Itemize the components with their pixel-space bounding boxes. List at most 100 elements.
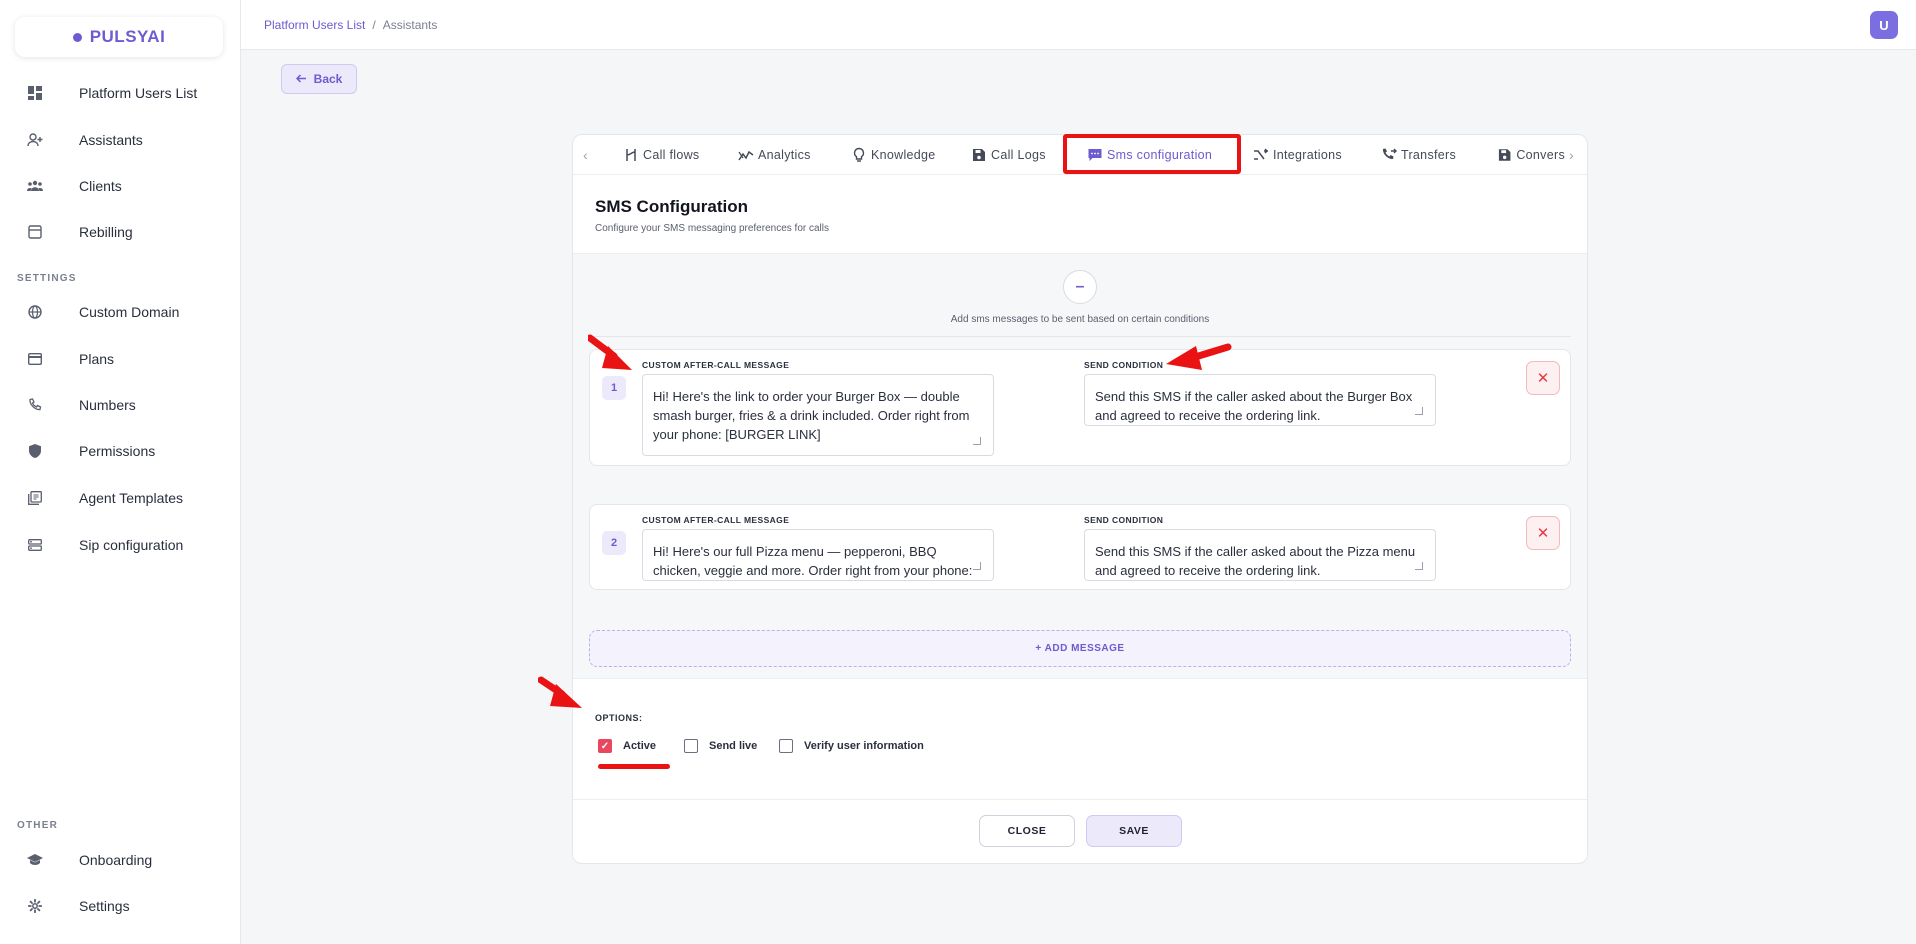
- breadcrumb-link-platform-users[interactable]: Platform Users List: [264, 18, 365, 32]
- condition-textarea[interactable]: Send this SMS if the caller asked about …: [1084, 374, 1436, 426]
- close-icon: ✕: [1536, 370, 1550, 387]
- tab-call-logs[interactable]: Call Logs: [971, 135, 1046, 175]
- tab-call-flows[interactable]: Call flows: [623, 135, 700, 175]
- option-label: Send live: [709, 740, 758, 752]
- gear-icon: [26, 897, 44, 915]
- back-button[interactable]: Back: [281, 64, 357, 94]
- resize-handle-icon[interactable]: [973, 437, 981, 445]
- sidebar-item-label: Permissions: [79, 443, 156, 459]
- options-heading: OPTIONS:: [595, 713, 643, 723]
- add-message-button[interactable]: + ADD MESSAGE: [589, 630, 1571, 667]
- credit-card-icon: [26, 350, 44, 368]
- shield-icon: [26, 442, 44, 460]
- rule-number-badge: 2: [602, 531, 626, 555]
- breadcrumb-current: Assistants: [382, 18, 438, 32]
- tab-label: Transfers: [1401, 148, 1457, 162]
- sms-hint: Add sms messages to be sent based on cer…: [950, 314, 1210, 325]
- message-field-label: CUSTOM AFTER-CALL MESSAGE: [642, 515, 790, 525]
- merge-icon: [1254, 148, 1269, 160]
- dashboard-icon: [26, 84, 44, 102]
- tab-conversations[interactable]: Convers: [1497, 135, 1565, 175]
- sidebar-item-rebilling[interactable]: Rebilling: [0, 212, 240, 252]
- tab-knowledge[interactable]: Knowledge: [851, 135, 936, 175]
- tab-label: Call Logs: [991, 148, 1046, 162]
- condition-field-label: SEND CONDITION: [1084, 360, 1164, 370]
- sidebar-item-plans[interactable]: Plans: [0, 339, 240, 379]
- option-active[interactable]: ✓ Active: [598, 739, 656, 753]
- condition-field-label: SEND CONDITION: [1084, 515, 1164, 525]
- save-icon: [973, 149, 985, 161]
- annotation-highlight-box: [1063, 134, 1241, 174]
- sidebar-item-platform-users[interactable]: Platform Users List: [0, 73, 240, 113]
- close-button[interactable]: CLOSE: [979, 815, 1075, 847]
- sidebar-item-label: Assistants: [79, 132, 143, 148]
- option-verify-user-information[interactable]: Verify user information: [779, 739, 924, 753]
- globe-icon: [26, 303, 44, 321]
- tab-label: Call flows: [643, 148, 700, 162]
- sidebar-item-sip-configuration[interactable]: Sip configuration: [0, 525, 240, 565]
- annotation-arrow-icon: [588, 334, 632, 370]
- logo-dot-icon: [72, 32, 82, 42]
- sidebar-item-permissions[interactable]: Permissions: [0, 431, 240, 471]
- message-text: Hi! Here's the link to order your Burger…: [653, 389, 970, 442]
- rule-number-badge: 1: [602, 376, 626, 400]
- annotation-underline: [598, 764, 670, 769]
- back-label: Back: [313, 72, 343, 86]
- tab-label: Analytics: [758, 148, 811, 162]
- tab-transfers[interactable]: Transfers: [1381, 135, 1456, 175]
- sidebar-item-label: Plans: [79, 351, 115, 367]
- option-label: Verify user information: [804, 740, 924, 752]
- chevron-right-icon[interactable]: ›: [1569, 147, 1574, 163]
- graduation-cap-icon: [26, 851, 44, 869]
- phone-icon: [26, 396, 44, 414]
- annotation-arrow-icon: [538, 676, 582, 708]
- sidebar-item-agent-templates[interactable]: Agent Templates: [0, 478, 240, 518]
- delete-rule-button[interactable]: ✕: [1526, 361, 1560, 395]
- checkbox-icon[interactable]: [779, 739, 793, 753]
- minus-icon: –: [1075, 278, 1085, 295]
- chevron-left-icon[interactable]: ‹: [583, 147, 588, 163]
- sidebar-item-assistants[interactable]: Assistants: [0, 120, 240, 160]
- divider: [573, 799, 1587, 800]
- sidebar-item-onboarding[interactable]: Onboarding: [0, 840, 240, 880]
- resize-handle-icon[interactable]: [1415, 562, 1423, 570]
- tab-integrations[interactable]: Integrations: [1253, 135, 1342, 175]
- phone-forward-icon: [1382, 148, 1397, 160]
- avatar[interactable]: U: [1870, 11, 1898, 39]
- delete-rule-button[interactable]: ✕: [1526, 516, 1560, 550]
- sidebar-item-clients[interactable]: Clients: [0, 166, 240, 206]
- tab-label: Integrations: [1273, 148, 1342, 162]
- brand-name: PULSYAI: [89, 27, 166, 46]
- sidebar-item-custom-domain[interactable]: Custom Domain: [0, 292, 240, 332]
- option-send-live[interactable]: Send live: [684, 739, 757, 753]
- users-icon: [26, 177, 44, 195]
- sidebar-item-label: Sip configuration: [79, 537, 184, 553]
- brand-logo[interactable]: PULSYAI: [15, 17, 223, 57]
- condition-textarea[interactable]: Send this SMS if the caller asked about …: [1084, 529, 1436, 581]
- collapse-button[interactable]: –: [1063, 270, 1097, 304]
- other-section-heading: OTHER: [17, 820, 58, 831]
- checkbox-checked-icon[interactable]: ✓: [598, 739, 612, 753]
- checkbox-icon[interactable]: [684, 739, 698, 753]
- sidebar-item-label: Numbers: [79, 397, 136, 413]
- assistant-config-card: ‹ Call flows Analytics Knowledge Call Lo…: [572, 134, 1588, 864]
- sidebar-item-settings[interactable]: Settings: [0, 886, 240, 926]
- resize-handle-icon[interactable]: [973, 562, 981, 570]
- save-button[interactable]: SAVE: [1086, 815, 1182, 847]
- sidebar-item-label: Settings: [79, 898, 130, 914]
- top-bar: Platform Users List / Assistants U: [241, 0, 1916, 50]
- resize-handle-icon[interactable]: [1415, 407, 1423, 415]
- sidebar-item-label: Agent Templates: [79, 490, 184, 506]
- condition-text: Send this SMS if the caller asked about …: [1095, 544, 1416, 578]
- sidebar-item-numbers[interactable]: Numbers: [0, 385, 240, 425]
- message-textarea[interactable]: Hi! Here's the link to order your Burger…: [642, 374, 994, 456]
- option-label: Active: [623, 740, 657, 752]
- sidebar-item-label: Rebilling: [79, 224, 133, 240]
- annotation-arrow-icon: [1166, 343, 1232, 370]
- sidebar: PULSYAI Platform Users List Assistants C…: [0, 0, 241, 944]
- message-textarea[interactable]: Hi! Here's our full Pizza menu — peppero…: [642, 529, 994, 581]
- tab-analytics[interactable]: Analytics: [738, 135, 811, 175]
- sidebar-item-label: Platform Users List: [79, 85, 198, 101]
- library-icon: [26, 489, 44, 507]
- store-icon: [26, 223, 44, 241]
